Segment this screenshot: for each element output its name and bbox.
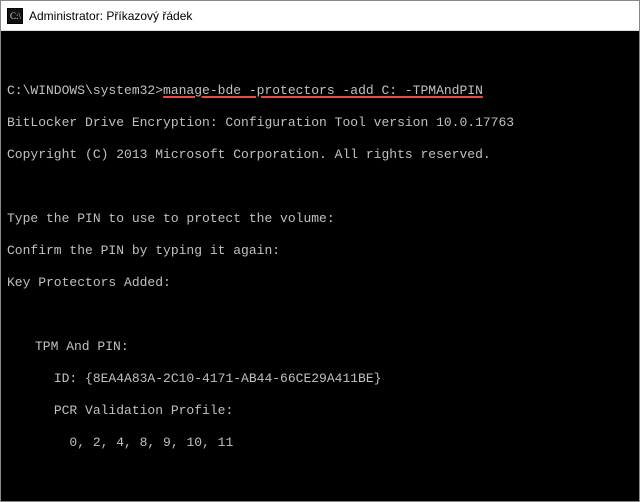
pcr-label: PCR Validation Profile:: [54, 403, 233, 418]
prompt: C:\WINDOWS\system32>: [7, 83, 163, 98]
output-line: Confirm the PIN by typing it again:: [7, 243, 633, 259]
cmd-1: manage-bde -protectors -add C: -TPMAndPI…: [163, 83, 483, 98]
svg-text:C:\: C:\: [10, 11, 22, 21]
output-line: ID: {8EA4A83A-2C10-4171-AB44-66CE29A411B…: [7, 371, 633, 387]
output-line: Copyright (C) 2013 Microsoft Corporation…: [7, 147, 633, 163]
blank-line: [7, 467, 633, 483]
output-line: Key Protectors Added:: [7, 275, 633, 291]
output-line: Type the PIN to use to protect the volum…: [7, 211, 633, 227]
terminal-area[interactable]: C:\WINDOWS\system32>manage-bde -protecto…: [1, 31, 639, 501]
tpm-id: ID: {8EA4A83A-2C10-4171-AB44-66CE29A411B…: [54, 371, 382, 386]
cmd-icon: C:\: [7, 8, 23, 24]
blank-line: [7, 51, 633, 67]
cmd-line-1: C:\WINDOWS\system32>manage-bde -protecto…: [7, 83, 633, 99]
blank-line: [7, 179, 633, 195]
output-line: TPM And PIN:: [7, 339, 633, 355]
titlebar[interactable]: C:\ Administrator: Příkazový řádek: [1, 1, 639, 31]
window-title: Administrator: Příkazový řádek: [29, 9, 192, 23]
output-line: BitLocker Drive Encryption: Configuratio…: [7, 115, 633, 131]
output-line: 0, 2, 4, 8, 9, 10, 11: [7, 435, 633, 451]
output-line: PCR Validation Profile:: [7, 403, 633, 419]
cmd-window: C:\ Administrator: Příkazový řádek C:\WI…: [0, 0, 640, 502]
blank-line: [7, 499, 633, 501]
pcr-values: 0, 2, 4, 8, 9, 10, 11: [69, 435, 233, 450]
blank-line: [7, 307, 633, 323]
